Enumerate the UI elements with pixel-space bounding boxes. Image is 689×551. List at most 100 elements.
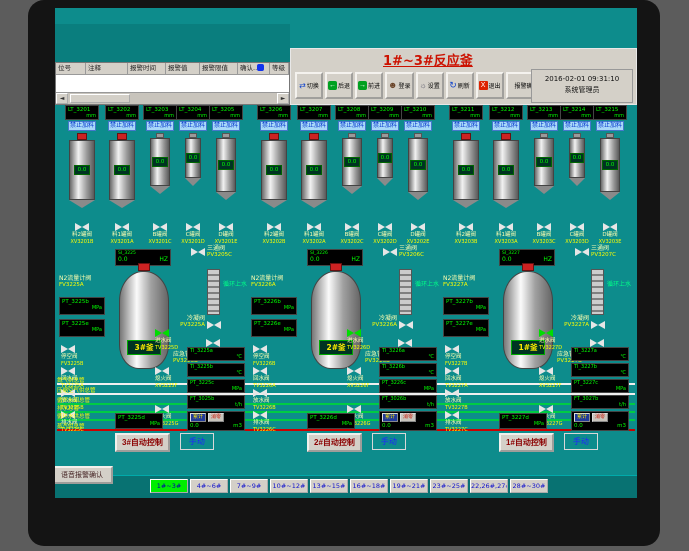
valve-label: 放水阀 TV3226B — [253, 389, 276, 411]
forward-button[interactable]: 前进 — [355, 72, 383, 99]
tank-cone — [534, 186, 554, 194]
valve-name: 回水阀 — [445, 376, 462, 383]
valve-icon[interactable] — [347, 329, 361, 338]
valve-icon[interactable] — [539, 367, 553, 376]
reactor-range-tab[interactable]: 19#~21# — [390, 479, 428, 493]
alarm-table: 位号 注释 报警时间 报警值 报警限值 确认... 等级 — [55, 62, 290, 105]
valve-icon[interactable] — [267, 223, 281, 232]
indicator-value: 0.0 — [118, 256, 128, 263]
three-way-valve-icon[interactable] — [383, 248, 397, 257]
reactor-range-tab[interactable]: 22,26#,27# — [470, 479, 508, 493]
valve-icon[interactable] — [411, 223, 425, 232]
valve-icon[interactable] — [115, 223, 129, 232]
bottom-pressure-indicator: PT_3226d MPa — [307, 413, 355, 429]
condenser-valve-icon[interactable] — [399, 321, 413, 330]
auto-control-button[interactable]: 1#自动控制 — [499, 433, 554, 452]
back-button[interactable]: 后退 — [325, 72, 353, 99]
reactor-range-tab[interactable]: 23#~25# — [430, 479, 468, 493]
valve-icon[interactable] — [153, 223, 167, 232]
valve-name: D罐阀 — [602, 232, 617, 239]
exit-button[interactable]: 退出 — [476, 72, 504, 99]
switch-icon — [299, 81, 306, 90]
tank-level-screen: 0.0 — [536, 157, 552, 167]
valve-label: 放水阀 TV3227B — [445, 389, 468, 411]
mode-label[interactable]: 手动 — [180, 433, 214, 450]
reactor-range-tab[interactable]: 4#~6# — [190, 479, 228, 493]
scroll-right-icon[interactable]: ► — [277, 93, 289, 104]
valve-icon[interactable] — [537, 223, 551, 232]
switch-button[interactable]: 切换 — [295, 72, 323, 99]
three-way-valve-icon[interactable] — [575, 248, 589, 257]
indicator-unit: MPa — [574, 386, 626, 392]
totalize-button[interactable]: 累计 — [190, 413, 206, 422]
feed-tank-unit: LT_3209 mm 禁止加料 0.0 — [371, 105, 399, 245]
valve-icon[interactable] — [603, 223, 617, 232]
mode-label[interactable]: 手动 — [564, 433, 598, 450]
auto-control-button[interactable]: 2#自动控制 — [307, 433, 362, 452]
valve-icon[interactable] — [459, 223, 473, 232]
valve-icon[interactable] — [378, 223, 392, 232]
valve-name: 进水阀 — [539, 338, 556, 345]
level-indicator: LT_3214 mm — [560, 105, 594, 120]
scroll-left-icon[interactable]: ◄ — [56, 93, 68, 104]
reactor-range-tab[interactable]: 7#~9# — [230, 479, 268, 493]
reactor-range-tab[interactable]: 10#~12# — [270, 479, 308, 493]
valve-icon[interactable] — [307, 223, 321, 232]
valve-icon[interactable] — [155, 329, 169, 338]
valve-icon[interactable] — [347, 367, 361, 376]
totalize-button[interactable]: 累计 — [574, 413, 590, 422]
reset-button[interactable]: 消零 — [592, 413, 608, 422]
condenser-valve-icon[interactable] — [207, 321, 221, 330]
valve-icon[interactable] — [445, 389, 459, 398]
valve-icon[interactable] — [253, 345, 267, 354]
valve-icon[interactable] — [445, 345, 459, 354]
reset-button[interactable]: 消零 — [400, 413, 416, 422]
valve-icon[interactable] — [570, 223, 584, 232]
level-unit: mm — [338, 113, 366, 119]
valve-icon[interactable] — [61, 367, 75, 376]
valve-icon[interactable] — [253, 389, 267, 398]
login-button[interactable]: 登录 — [385, 72, 414, 99]
three-way-valve-icon[interactable] — [191, 248, 205, 257]
valve-icon[interactable] — [345, 223, 359, 232]
alarm-table-scrollbar[interactable]: ◄ ► — [56, 92, 289, 104]
alarm-table-header: 位号 注释 报警时间 报警值 报警限值 确认... 等级 — [56, 63, 289, 75]
indicator-unit: ℃ — [190, 370, 242, 376]
settings-button[interactable]: 设置 — [416, 72, 444, 99]
reactor-range-tab[interactable]: 1#~3# — [150, 479, 188, 493]
level-indicator: LT_3209 mm — [368, 105, 402, 120]
valve-icon[interactable] — [499, 223, 513, 232]
valve-icon[interactable] — [253, 411, 267, 420]
valve-icon[interactable] — [75, 223, 89, 232]
tank-cone — [342, 186, 362, 194]
scrollbar-thumb[interactable] — [70, 94, 130, 103]
reactor-valve-cap-icon — [522, 263, 534, 271]
refresh-button[interactable]: 刷新 — [446, 72, 474, 99]
valve-icon[interactable] — [186, 223, 200, 232]
reactor-range-tab[interactable]: 13#~15# — [310, 479, 348, 493]
ack-flag-icon — [257, 64, 264, 71]
valve-icon[interactable] — [445, 411, 459, 420]
valve-icon[interactable] — [155, 367, 169, 376]
condenser — [207, 269, 220, 315]
voice-alarm-ack-button[interactable]: 语音报警确认 — [55, 466, 113, 484]
reactor-range-tab[interactable]: 16#~18# — [350, 479, 388, 493]
valve-icon[interactable] — [253, 367, 267, 376]
condenser-valve-icon[interactable] — [591, 321, 605, 330]
reset-button[interactable]: 消零 — [208, 413, 224, 422]
tank-body: 0.0 — [408, 138, 428, 192]
auto-control-button[interactable]: 3#自动控制 — [115, 433, 170, 452]
scrollbar-track[interactable] — [68, 93, 277, 104]
valve-icon[interactable] — [61, 345, 75, 354]
valve-icon[interactable] — [539, 329, 553, 338]
valve-icon[interactable] — [445, 367, 459, 376]
level-unit: mm — [563, 113, 591, 119]
feed-status-label: 禁止加料 — [260, 121, 288, 131]
mode-label[interactable]: 手动 — [372, 433, 406, 450]
reactor-range-tab[interactable]: 28#~30# — [510, 479, 548, 493]
condenser — [399, 269, 412, 315]
totalize-button[interactable]: 累计 — [382, 413, 398, 422]
valve-label: 回水阀 TV3226A — [253, 367, 276, 389]
valve-icon[interactable] — [219, 223, 233, 232]
instrument-indicator: FT_3025b t/h — [187, 395, 245, 409]
